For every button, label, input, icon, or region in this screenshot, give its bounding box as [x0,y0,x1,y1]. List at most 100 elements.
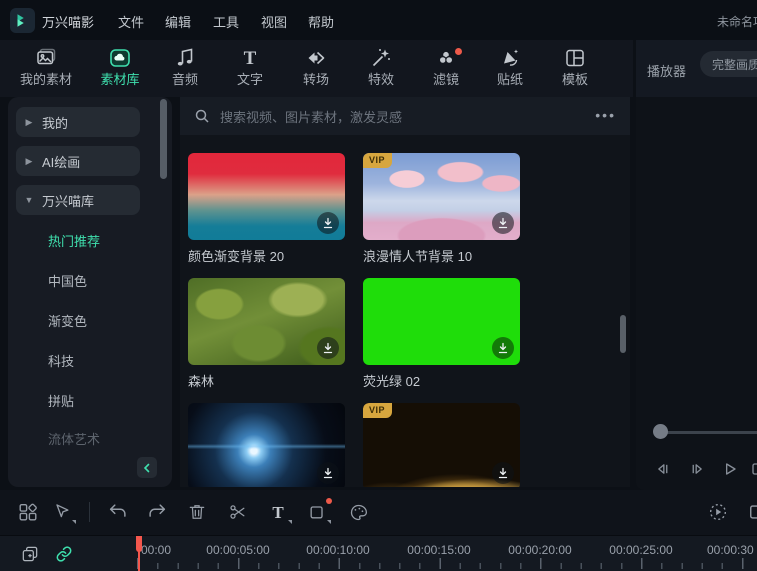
timecode-label: 00:00:05:00 [206,543,270,557]
dropdown-caret [72,520,76,524]
toolbar-divider [89,502,90,522]
timeline-ruler[interactable]: 00:00 00:00:05:00 00:00:10:00 00:00:15:0… [0,535,757,571]
sidebar-item-tech[interactable]: 科技 [48,348,74,372]
library-item-gradient-bg[interactable]: 颜色渐变背景 20 [188,153,345,265]
chevron-right-icon: ▶ [25,155,33,166]
top-menu-bar: 万兴喵影 文件 编辑 工具 视图 帮助 未命名项 [0,0,757,40]
group-label: AI绘画 [42,154,81,170]
item-label: 森林 [188,374,215,389]
library-item-gold-streaks[interactable]: VIP [363,403,520,487]
download-icon[interactable] [492,212,514,234]
timecode-label: 00:00:30 [707,543,754,557]
download-icon[interactable] [317,462,339,484]
tab-my-media[interactable]: 我的素材 [14,46,78,94]
item-label: 荧光绿 02 [363,374,421,389]
library-item-valentine-bg[interactable]: VIP 浪漫情人节背景 10 [363,153,520,265]
media-layout-icon[interactable] [11,495,45,529]
content-scrollbar[interactable] [620,315,626,353]
timecode-label: 00:00:10:00 [306,543,370,557]
tab-templates[interactable]: 模板 [543,46,607,94]
vip-badge: VIP [363,153,393,168]
template-layout-icon [563,46,587,70]
seek-handle[interactable] [653,424,668,439]
timecode-label: 00:00:25:00 [609,543,673,557]
search-input[interactable]: 搜索视频、图片素材，激发灵感 ••• [180,97,630,135]
sidebar-group-mine[interactable]: ▶ 我的 [16,107,140,137]
text-icon: T [243,47,257,69]
download-icon[interactable] [317,212,339,234]
next-frame-button[interactable] [685,457,709,481]
asset-tab-bar: 我的素材 素材库 音频 T 文字 转场 特效 滤镜 贴纸 模板 [0,40,633,97]
play-button[interactable] [718,457,742,481]
my-media-icon [34,46,58,70]
tab-transitions[interactable]: 转场 [284,46,348,94]
tab-stickers[interactable]: 贴纸 [478,46,542,94]
thumbnail-gold-streaks: VIP [363,403,520,487]
group-label: 万兴喵库 [42,193,95,209]
download-icon[interactable] [492,462,514,484]
sidebar-item-fluid-art[interactable]: 流体艺术 [48,426,100,450]
magic-wand-icon [369,46,393,70]
tab-filters[interactable]: 滤镜 [414,46,478,94]
tab-label: 我的素材 [19,72,72,87]
mask-crop-button[interactable] [300,495,334,529]
link-clips-icon[interactable] [52,542,76,566]
stock-library-icon [108,46,132,70]
sidebar-group-ai-painting[interactable]: ▶ AI绘画 [16,146,140,176]
chevron-right-icon: ▶ [25,116,33,127]
tab-audio[interactable]: 音频 [153,46,217,94]
dropdown-caret [288,520,292,524]
library-item-starburst[interactable] [188,403,345,487]
download-icon[interactable] [492,337,514,359]
menu-file[interactable]: 文件 [118,12,144,31]
screen-record-button[interactable] [742,495,757,529]
menu-view[interactable]: 视图 [261,12,287,31]
add-to-track-button[interactable] [18,542,42,566]
tab-label: 音频 [171,72,198,87]
redo-button[interactable] [140,495,174,529]
app-window: 万兴喵影 文件 编辑 工具 视图 帮助 未命名项 我的素材 [0,0,757,571]
player-title: 播放器 [647,64,687,79]
menu-tools[interactable]: 工具 [213,12,239,31]
menu-help[interactable]: 帮助 [308,12,334,31]
timecode-label: 00:00 [141,543,172,557]
download-icon[interactable] [317,337,339,359]
app-logo-icon[interactable] [10,8,35,33]
render-preview-button[interactable] [701,495,735,529]
tab-effects[interactable]: 特效 [349,46,413,94]
thumbnail-green-screen [363,278,520,365]
item-label: 浪漫情人节背景 10 [363,249,473,264]
more-options-icon[interactable]: ••• [595,107,616,123]
playhead-handle[interactable] [136,536,142,552]
sidebar-item-hot[interactable]: 热门推荐 [48,228,100,252]
select-tool-button[interactable] [45,495,79,529]
library-item-green-screen[interactable]: 荧光绿 02 [363,278,520,390]
menu-edit[interactable]: 编辑 [165,12,191,31]
tab-stock-library[interactable]: 素材库 [88,46,152,94]
sidebar-group-stock[interactable]: ▼ 万兴喵库 [16,185,140,215]
add-text-button[interactable]: T [261,495,295,529]
stop-button[interactable] [746,457,757,481]
tab-label: 贴纸 [496,72,523,87]
edit-toolbar: T [0,490,757,535]
quality-selector[interactable]: 完整画质 [700,51,757,77]
search-placeholder: 搜索视频、图片素材，激发灵感 [220,109,403,125]
seek-bar[interactable] [654,431,757,434]
project-name: 未命名项 [716,15,757,29]
color-palette-button[interactable] [341,495,375,529]
sidebar-scrollbar[interactable] [160,99,167,179]
split-scissors-button[interactable] [221,495,255,529]
sidebar-item-gradient[interactable]: 渐变色 [48,308,87,332]
undo-button[interactable] [101,495,135,529]
sidebar-item-collage[interactable]: 拼贴 [48,388,74,412]
dropdown-caret [327,520,331,524]
delete-button[interactable] [180,495,214,529]
previous-frame-button[interactable] [651,457,675,481]
library-item-forest[interactable]: 森林 [188,278,345,390]
timecode-label: 00:00:20:00 [508,543,572,557]
sidebar-item-china-color[interactable]: 中国色 [48,268,87,292]
transition-arrows-icon [304,46,328,70]
item-label: 颜色渐变背景 20 [188,249,285,264]
tab-text[interactable]: T 文字 [218,46,282,94]
sidebar-collapse-button[interactable] [137,457,157,478]
